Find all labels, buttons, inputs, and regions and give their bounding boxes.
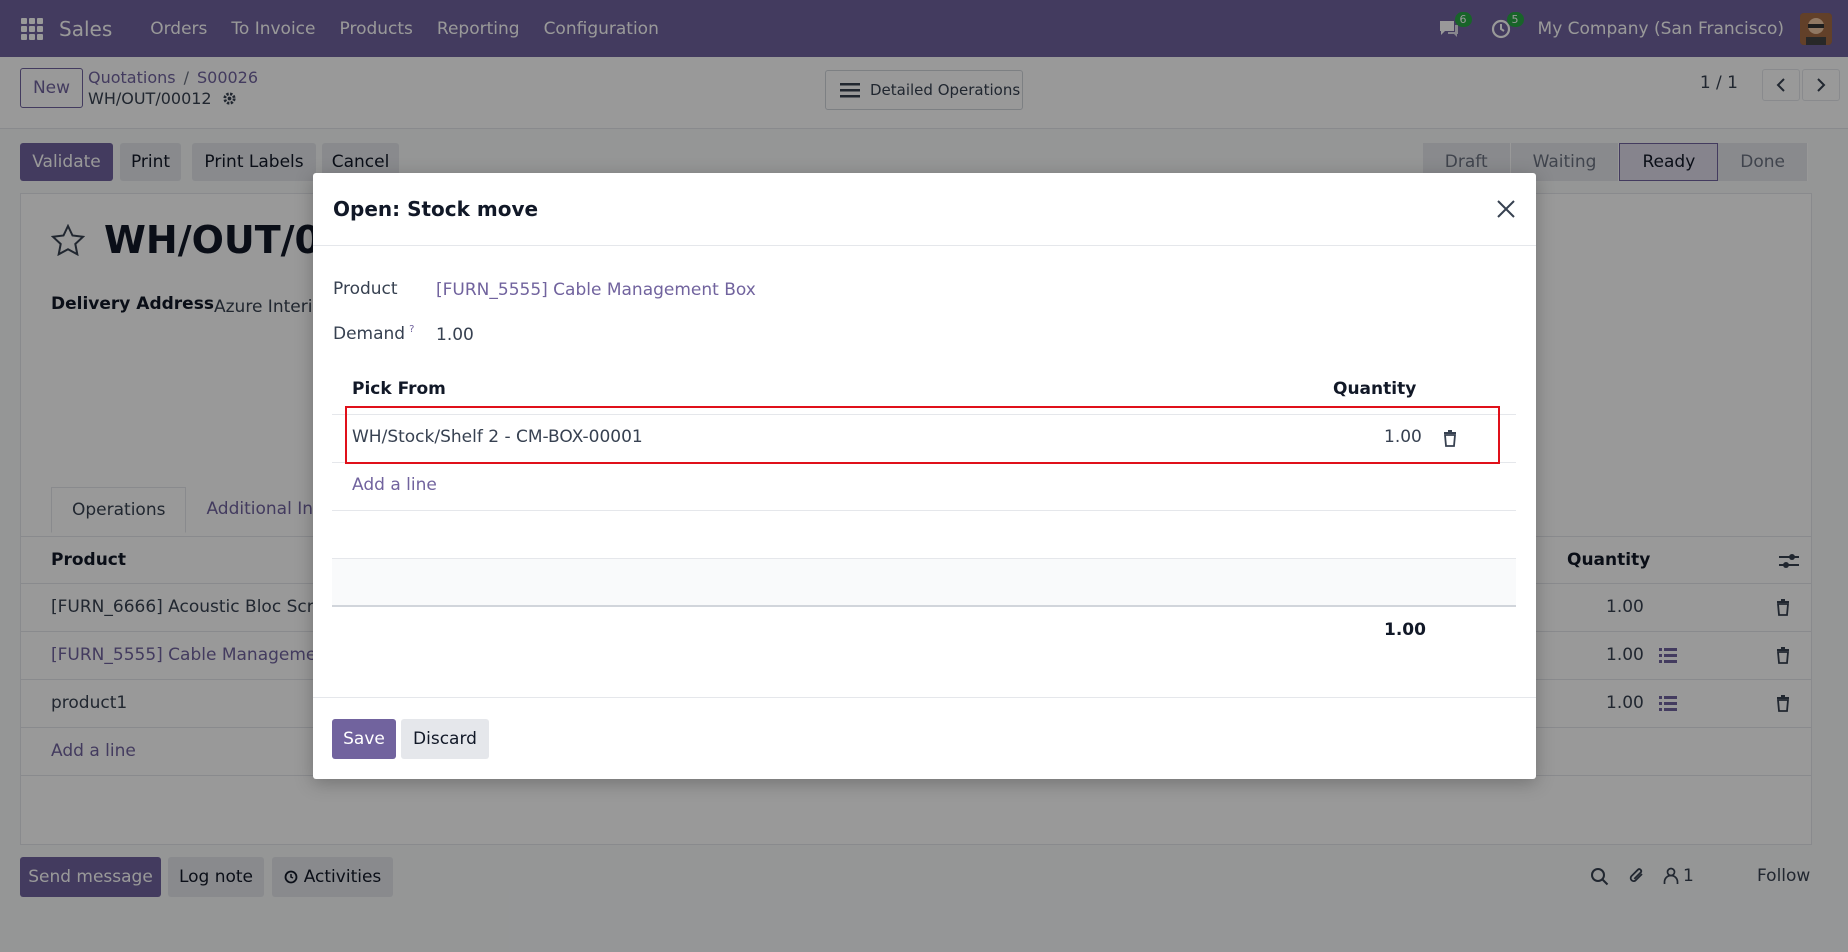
stock-move-dialog: Open: Stock move Product [FURN_5555] Cab… — [313, 173, 1536, 779]
demand-label-text: Demand — [333, 324, 406, 344]
discard-button[interactable]: Discard — [401, 719, 489, 759]
close-icon[interactable] — [1494, 197, 1518, 221]
demand-help-tooltip[interactable]: ? — [409, 324, 414, 335]
add-line-link[interactable]: Add a line — [352, 475, 437, 495]
col-quantity[interactable]: Quantity — [1333, 379, 1416, 399]
dialog-header: Open: Stock move — [313, 173, 1536, 246]
quantity-total: 1.00 — [1384, 620, 1426, 640]
col-pick-from[interactable]: Pick From — [352, 379, 446, 399]
dialog-title: Open: Stock move — [333, 197, 539, 221]
demand-value: 1.00 — [436, 325, 474, 345]
product-label: Product — [333, 279, 398, 299]
add-line-row: Add a line — [332, 463, 1516, 511]
empty-row — [332, 559, 1516, 607]
product-link[interactable]: [FURN_5555] Cable Management Box — [436, 280, 756, 300]
empty-row — [332, 511, 1516, 559]
save-button[interactable]: Save — [332, 719, 396, 759]
highlighted-move-line — [345, 406, 1500, 464]
dialog-footer: Save Discard — [313, 697, 1536, 779]
demand-label: Demand? — [333, 324, 414, 344]
